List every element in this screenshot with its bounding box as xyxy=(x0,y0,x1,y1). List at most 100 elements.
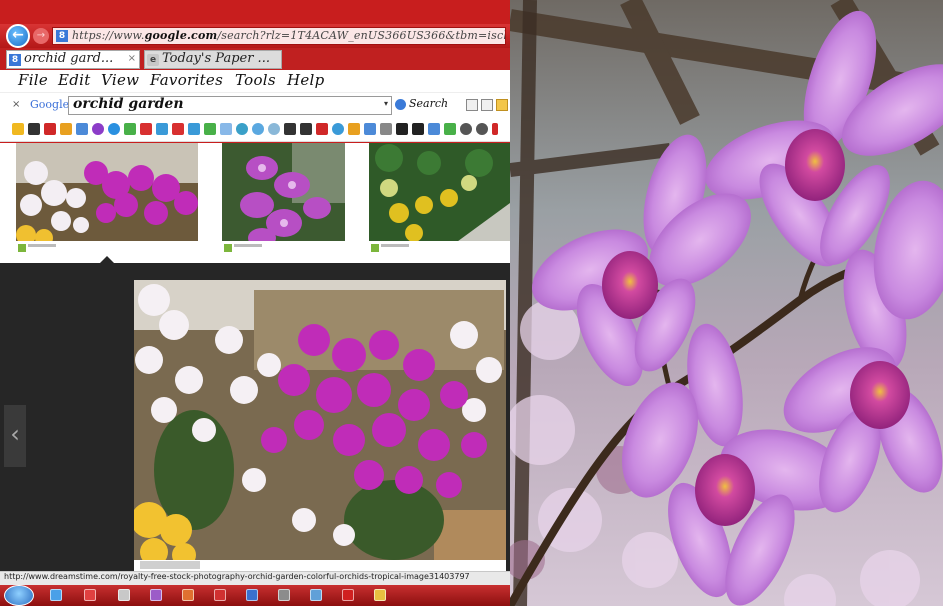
bookmark-icon[interactable] xyxy=(204,123,216,135)
star-icon[interactable] xyxy=(12,123,24,135)
gmail-icon[interactable] xyxy=(172,123,184,135)
tab-label: orchid gard... xyxy=(24,51,114,66)
google-logo: Google xyxy=(30,98,70,111)
onenote-icon[interactable] xyxy=(150,589,162,601)
bookmark-icon[interactable] xyxy=(396,123,408,135)
search-icon xyxy=(395,99,406,110)
apple-icon[interactable] xyxy=(460,123,472,135)
status-bar: http://www.dreamstime.com/royalty-free-s… xyxy=(0,571,510,585)
chevron-down-icon[interactable]: ▾ xyxy=(384,99,388,108)
preview-image-graphic xyxy=(134,280,506,560)
image-results: ‹ xyxy=(0,143,510,571)
search-query: orchid garden xyxy=(73,96,184,112)
bookmark-icon[interactable] xyxy=(236,123,248,135)
bookmark-icon[interactable] xyxy=(316,123,328,135)
nyt-icon[interactable] xyxy=(300,123,312,135)
bookmark-icon[interactable] xyxy=(108,123,120,135)
thumbnail-image xyxy=(222,143,345,255)
folder-icon[interactable] xyxy=(374,589,386,601)
close-icon[interactable]: × xyxy=(128,53,136,64)
tab-label: Today's Paper ... xyxy=(162,51,270,66)
ie-icon[interactable] xyxy=(50,589,62,601)
back-button[interactable]: ← xyxy=(6,24,30,48)
arrow-left-icon: ← xyxy=(12,27,24,43)
url-field[interactable]: 8 https://www.google.com/search?rlz=1T4A… xyxy=(52,27,506,45)
app-icon[interactable] xyxy=(278,589,290,601)
monitor-icon[interactable] xyxy=(310,589,322,601)
apple-icon[interactable] xyxy=(476,123,488,135)
powerpoint-icon[interactable] xyxy=(182,589,194,601)
bookmark-icon[interactable] xyxy=(156,123,168,135)
page-icon[interactable] xyxy=(481,99,493,111)
pencil-icon[interactable] xyxy=(496,99,508,111)
newspaper-icon: e xyxy=(147,54,159,66)
thumbnail-orchid-closeup[interactable] xyxy=(222,143,345,255)
preview-image[interactable] xyxy=(134,280,506,560)
google-favicon-icon: 8 xyxy=(56,30,68,42)
menu-edit[interactable]: Edit xyxy=(58,71,91,89)
app-icon[interactable] xyxy=(118,589,130,601)
tab-todays-paper[interactable]: e Today's Paper ... xyxy=(144,50,282,69)
google-favicon-icon: 8 xyxy=(9,54,21,66)
download-link[interactable] xyxy=(140,561,200,569)
search-label: Search xyxy=(409,97,449,110)
bookmark-icon[interactable] xyxy=(332,123,344,135)
menu-view[interactable]: View xyxy=(101,71,139,89)
google-toolbar: × Google orchid garden ▾ Search xyxy=(0,92,510,118)
previous-image-button[interactable]: ‹ xyxy=(4,405,26,467)
thumbnail-caption xyxy=(369,241,510,255)
menu-help[interactable]: Help xyxy=(287,71,325,89)
tab-strip: 8 orchid gard... × e Today's Paper ... xyxy=(0,48,510,70)
bookmark-icon[interactable] xyxy=(364,123,376,135)
bookmark-icon[interactable] xyxy=(428,123,440,135)
search-input[interactable]: orchid garden ▾ xyxy=(68,96,392,115)
thumbnail-strip xyxy=(0,143,510,263)
bookmark-icon[interactable] xyxy=(412,123,424,135)
menu-favorites[interactable]: Favorites xyxy=(150,71,223,89)
close-icon[interactable]: × xyxy=(12,99,20,110)
status-url: http://www.dreamstime.com/royalty-free-s… xyxy=(4,572,470,581)
bookmark-icon[interactable] xyxy=(76,123,88,135)
chevron-left-icon: ‹ xyxy=(10,420,20,448)
thumbnail-image xyxy=(369,143,510,255)
forward-button[interactable]: → xyxy=(33,28,49,44)
url-text: https://www.google.com/search?rlz=1T4ACA… xyxy=(72,29,505,42)
bookmark-icon[interactable] xyxy=(60,123,72,135)
thumbnail-caption xyxy=(16,241,198,255)
bookmark-icon[interactable] xyxy=(44,123,56,135)
thumbnail-garden-path[interactable] xyxy=(369,143,510,255)
windows-start-icon[interactable] xyxy=(4,585,34,606)
image-preview-panel xyxy=(134,280,506,571)
bookmark-icon[interactable] xyxy=(140,123,152,135)
arrow-right-icon: → xyxy=(36,30,46,41)
bookmark-icon[interactable] xyxy=(348,123,360,135)
media-icon[interactable] xyxy=(84,589,96,601)
browser-window: ← → 8 https://www.google.com/search?rlz=… xyxy=(0,0,510,606)
search-button[interactable]: Search xyxy=(395,97,448,115)
bookmark-icon[interactable] xyxy=(188,123,200,135)
orchid-photo xyxy=(510,0,943,606)
bookmark-icon[interactable] xyxy=(380,123,392,135)
orchid-photo-graphic xyxy=(510,0,943,606)
menu-bar: File Edit View Favorites Tools Help xyxy=(0,70,510,92)
app-icon[interactable] xyxy=(342,589,354,601)
bookmark-icon[interactable] xyxy=(492,123,498,135)
taskbar xyxy=(0,585,510,606)
bookmark-icon[interactable] xyxy=(92,123,104,135)
bookmark-icon[interactable] xyxy=(466,99,478,111)
bookmark-icon[interactable] xyxy=(220,123,232,135)
bookmark-icon[interactable] xyxy=(124,123,136,135)
preview-pointer xyxy=(100,256,114,263)
bookmark-icon[interactable] xyxy=(268,123,280,135)
bookmark-icon[interactable] xyxy=(444,123,456,135)
nyt-icon[interactable] xyxy=(28,123,40,135)
word-icon[interactable] xyxy=(246,589,258,601)
thumbnail-orchid-garden[interactable] xyxy=(16,143,198,255)
tab-orchid-garden[interactable]: 8 orchid gard... × xyxy=(6,50,140,69)
bookmark-icon[interactable] xyxy=(252,123,264,135)
nyt-icon[interactable] xyxy=(284,123,296,135)
menu-file[interactable]: File xyxy=(18,71,48,89)
thumbnail-image xyxy=(16,143,198,255)
acrobat-icon[interactable] xyxy=(214,589,226,601)
menu-tools[interactable]: Tools xyxy=(235,71,276,89)
